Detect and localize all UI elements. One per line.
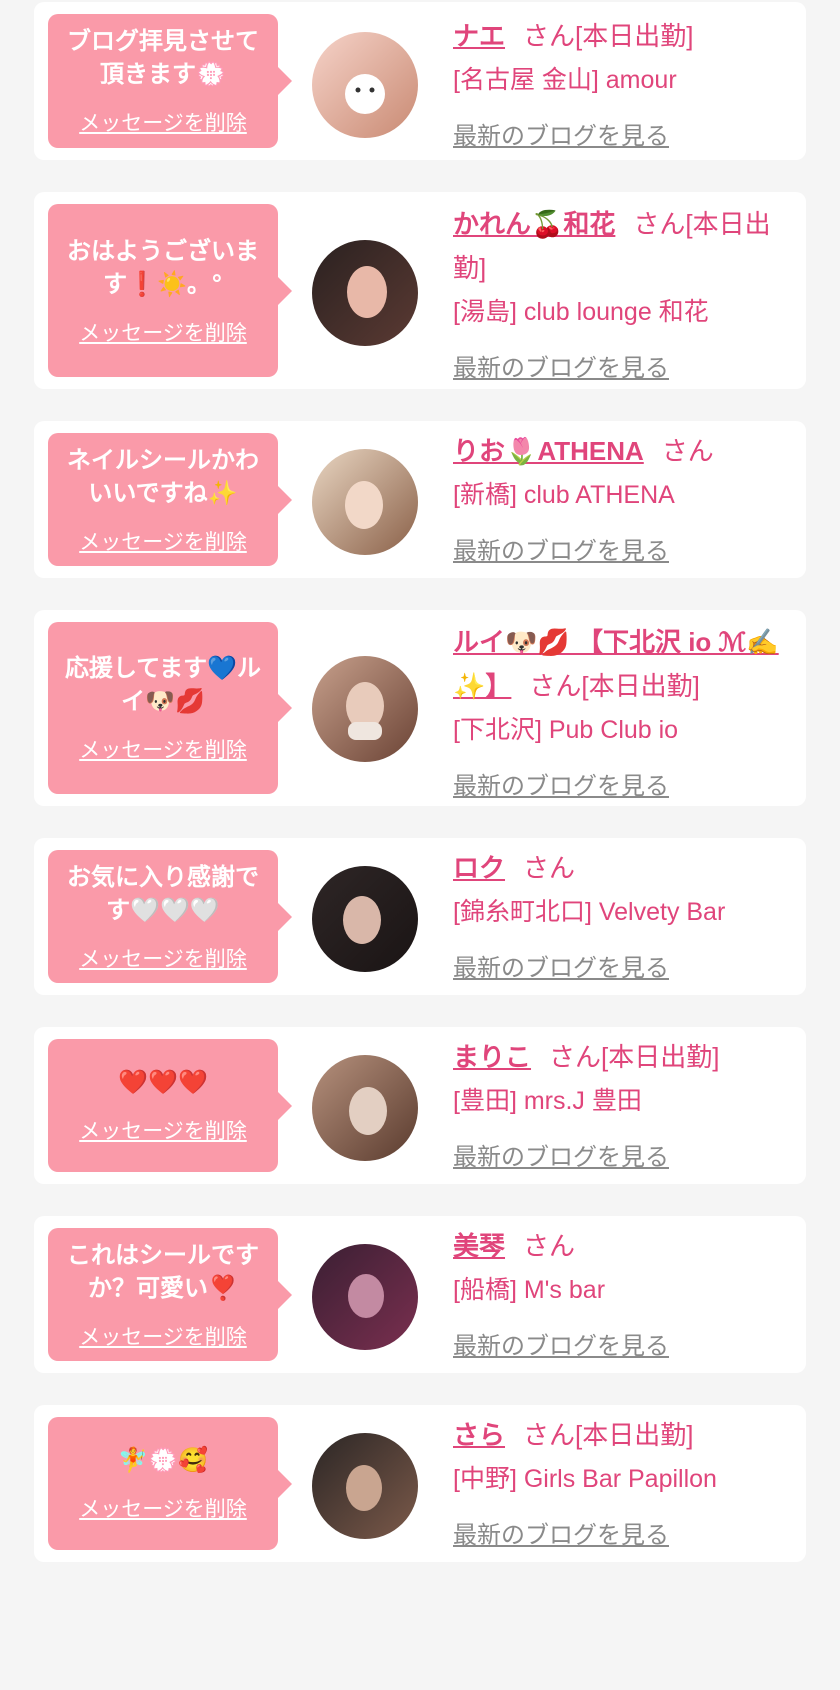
avatar[interactable] (312, 1433, 418, 1539)
name-line: さら さん[本日出勤] (453, 1413, 783, 1457)
cast-name-link[interactable]: さら (453, 1420, 505, 1450)
message-bubble: 応援してます💙ルイ🐶💋 メッセージを削除 (48, 622, 292, 794)
shop-label: [新橋] club ATHENA (453, 481, 675, 509)
name-suffix: さん[本日出勤] (549, 1042, 720, 1072)
profile-info: ロク さん [錦糸町北口] Velvety Bar 最新のブログを見る (453, 846, 783, 983)
delete-message-link[interactable]: メッセージを削除 (79, 734, 247, 764)
list-item: おはようございます❗☀️。° メッセージを削除 かれん🍒和花 さん[本日出勤] [… (34, 192, 806, 389)
name-suffix: さん (523, 853, 576, 883)
latest-blog-link[interactable]: 最新のブログを見る (453, 531, 669, 566)
name-line: ルイ🐶💋 【下北沢 io ℳ✍ ✨】 さん[本日出勤] (453, 620, 783, 708)
shop-label: [船橋] M's bar (453, 1276, 606, 1304)
name-line: ロク さん (453, 846, 783, 890)
delete-message-link[interactable]: メッセージを削除 (79, 317, 247, 347)
message-text: 応援してます💙ルイ🐶💋 (65, 654, 261, 715)
shop-label: [下北沢] Pub Club io (453, 716, 679, 744)
message-text: ネイルシールかわいいですね✨ (67, 445, 259, 507)
message-text: おはようございます❗☀️。° (67, 236, 259, 298)
profile-info: さら さん[本日出勤] [中野] Girls Bar Papillon 最新のブロ… (453, 1413, 783, 1550)
avatar[interactable] (312, 240, 418, 346)
name-suffix: さん[本日出勤] (529, 671, 700, 701)
avatar[interactable] (312, 449, 418, 555)
list-item: 🧚💮🥰 メッセージを削除 さら さん[本日出勤] [中野] Girls Bar P… (34, 1405, 806, 1562)
message-text: お気に入り感謝です🤍🤍🤍 (67, 862, 259, 924)
list-item: これはシールですか？可愛い❣️ メッセージを削除 美琴 さん [船橋] M's b… (34, 1216, 806, 1373)
shop-label: [豊田] mrs.J 豊田 (453, 1087, 642, 1115)
avatar[interactable] (312, 1244, 418, 1350)
message-bubble: ネイルシールかわいいですね✨ メッセージを削除 (48, 433, 292, 566)
avatar[interactable] (312, 656, 418, 762)
cast-name-link[interactable]: かれん🍒和花 (453, 209, 615, 239)
list-item: お気に入り感謝です🤍🤍🤍 メッセージを削除 ロク さん [錦糸町北口] Velve… (34, 838, 806, 995)
latest-blog-link[interactable]: 最新のブログを見る (453, 766, 669, 801)
profile-info: まりこ さん[本日出勤] [豊田] mrs.J 豊田 最新のブログを見る (453, 1035, 783, 1172)
cast-name-link[interactable]: ナエ (453, 21, 505, 51)
list-item: ブログ拝見させて頂きます💮 メッセージを削除 ナエ さん[本日出勤] [名古屋 金… (34, 2, 806, 160)
name-line: りお🌷ATHENA さん (453, 429, 783, 473)
latest-blog-link[interactable]: 最新のブログを見る (453, 1326, 669, 1361)
avatar[interactable] (312, 1055, 418, 1161)
name-suffix: さん[本日出勤] (523, 21, 694, 51)
name-line: かれん🍒和花 さん[本日出勤] (453, 202, 783, 290)
shop-label: [錦糸町北口] Velvety Bar (453, 898, 726, 926)
delete-message-link[interactable]: メッセージを削除 (79, 1493, 247, 1523)
delete-message-link[interactable]: メッセージを削除 (79, 1321, 247, 1351)
profile-info: ルイ🐶💋 【下北沢 io ℳ✍ ✨】 さん[本日出勤] [下北沢] Pub Clu… (453, 620, 783, 801)
name-suffix: さん[本日出勤] (523, 1420, 694, 1450)
shop-label: [中野] Girls Bar Papillon (453, 1465, 717, 1493)
name-line: まりこ さん[本日出勤] (453, 1035, 783, 1079)
latest-blog-link[interactable]: 最新のブログを見る (453, 1515, 669, 1550)
delete-message-link[interactable]: メッセージを削除 (79, 943, 247, 973)
shop-label: [名古屋 金山] amour (453, 66, 677, 94)
message-text: ❤️❤️❤️ (118, 1068, 208, 1096)
latest-blog-link[interactable]: 最新のブログを見る (453, 348, 669, 383)
list-item: ❤️❤️❤️ メッセージを削除 まりこ さん[本日出勤] [豊田] mrs.J 豊… (34, 1027, 806, 1184)
delete-message-link[interactable]: メッセージを削除 (79, 1115, 247, 1145)
profile-info: りお🌷ATHENA さん [新橋] club ATHENA 最新のブログを見る (453, 429, 783, 566)
name-line: 美琴 さん (453, 1224, 783, 1268)
message-bubble: ブログ拝見させて頂きます💮 メッセージを削除 (48, 14, 292, 148)
avatar[interactable] (312, 866, 418, 972)
cast-name-link[interactable]: ロク (453, 853, 505, 883)
list-item: 応援してます💙ルイ🐶💋 メッセージを削除 ルイ🐶💋 【下北沢 io ℳ✍ ✨】さ… (34, 610, 806, 806)
cast-name-link[interactable]: まりこ (453, 1042, 531, 1072)
delete-message-link[interactable]: メッセージを削除 (79, 526, 247, 556)
delete-message-link[interactable]: メッセージを削除 (79, 107, 247, 137)
name-suffix: さん (661, 436, 714, 466)
latest-blog-link[interactable]: 最新のブログを見る (453, 116, 669, 151)
message-bubble: 🧚💮🥰 メッセージを削除 (48, 1417, 292, 1550)
avatar[interactable] (312, 32, 418, 138)
message-bubble: お気に入り感謝です🤍🤍🤍 メッセージを削除 (48, 850, 292, 983)
message-text: 🧚💮🥰 (118, 1446, 208, 1474)
message-bubble: おはようございます❗☀️。° メッセージを削除 (48, 204, 292, 377)
list-item: ネイルシールかわいいですね✨ メッセージを削除 りお🌷ATHENA さん [新橋]… (34, 421, 806, 578)
latest-blog-link[interactable]: 最新のブログを見る (453, 1137, 669, 1172)
message-text: これはシールですか？可愛い❣️ (67, 1240, 259, 1302)
cast-name-link[interactable]: 美琴 (453, 1231, 505, 1261)
latest-blog-link[interactable]: 最新のブログを見る (453, 948, 669, 983)
profile-info: 美琴 さん [船橋] M's bar 最新のブログを見る (453, 1224, 783, 1361)
message-bubble: ❤️❤️❤️ メッセージを削除 (48, 1039, 292, 1172)
shop-label: [湯島] club lounge 和花 (453, 298, 709, 326)
name-suffix: さん (523, 1231, 576, 1261)
name-line: ナエ さん[本日出勤] (453, 14, 783, 58)
message-bubble: これはシールですか？可愛い❣️ メッセージを削除 (48, 1228, 292, 1361)
profile-info: かれん🍒和花 さん[本日出勤] [湯島] club lounge 和花 最新のブロ… (453, 202, 783, 383)
profile-info: ナエ さん[本日出勤] [名古屋 金山] amour 最新のブログを見る (453, 14, 783, 151)
message-text: ブログ拝見させて頂きます💮 (67, 27, 259, 88)
cast-name-link[interactable]: りお🌷ATHENA (453, 436, 644, 466)
